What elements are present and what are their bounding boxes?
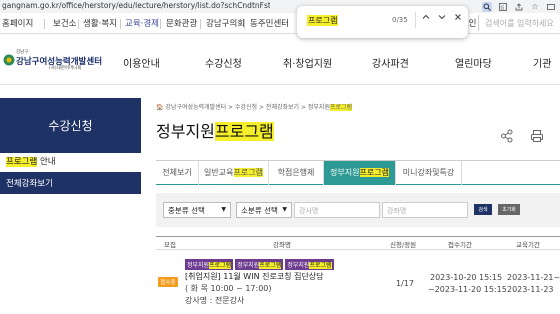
course-schedule: ( 화 목 10:00 ~ 17:00) [185, 284, 272, 293]
page-title: 정부지원프로그램 [156, 122, 274, 141]
program-tag: 정부지원프로그램 [285, 259, 334, 270]
col-edu-period: 교육기간 [516, 241, 540, 249]
breadcrumb-highlight: 프로그램 [329, 104, 353, 111]
translate-icon[interactable]: G [498, 2, 508, 12]
col-enrollment: 신청/정원 [390, 241, 417, 249]
tab-icon[interactable] [546, 2, 556, 12]
address-bar[interactable]: gangnam.go.kr/office/herstory/edu/lectur… [0, 1, 270, 12]
col-recruit: 모집 [164, 241, 176, 249]
nav-community-center[interactable]: 동주민센터 [250, 17, 289, 29]
category-tabs: 전체보기 일반교육프로그램 학점은행제 정부지원프로그램 미니강좌및특강 [156, 160, 560, 185]
page-tools [496, 125, 547, 146]
print-icon[interactable] [526, 125, 547, 146]
search-button[interactable]: 검색 [474, 204, 492, 215]
search-filter: 중분류 선택 ▼ 소분류 선택 ▼ 강사명 강좌명 검색 초기화 [156, 193, 560, 227]
category1-select[interactable]: 중분류 선택 ▼ [163, 202, 231, 218]
chevron-down-icon: ▼ [282, 206, 287, 213]
instructor-input[interactable]: 강사명 [294, 202, 380, 218]
tab-mini-lecture[interactable]: 미니강좌및특강 [396, 161, 462, 185]
breadcrumb-item[interactable]: 수강신청 [235, 104, 257, 111]
find-icon[interactable] [482, 1, 492, 12]
top-site-nav: 홈페이지 보건소 생활·복지 교육·경제 문화관광 강남구의회 동주민센터 로그… [0, 13, 560, 34]
svg-text:G: G [501, 5, 505, 11]
col-reg-period: 접수기간 [448, 241, 472, 249]
find-in-page-bar: 프로그램 0/35 [297, 6, 468, 38]
tab-general-program[interactable]: 일반교육프로그램 [199, 161, 269, 185]
tab-credit-bank[interactable]: 학점은행제 [269, 161, 324, 185]
course-input[interactable]: 강좌명 [382, 202, 468, 218]
breadcrumb-item[interactable]: 강남구여성능력개발센터 [165, 104, 226, 111]
status-badge: 접수중 [158, 277, 178, 287]
tab-all[interactable]: 전체보기 [156, 161, 199, 185]
find-next-icon[interactable] [436, 13, 448, 27]
nav-welfare[interactable]: 생활·복지 [83, 17, 117, 29]
col-course: 강좌명 [273, 241, 291, 249]
menu-guide[interactable]: 이용안내 [123, 55, 160, 70]
course-instructor: 강사명 : 전문강사 [185, 296, 245, 305]
menu-institution[interactable]: 기관 [533, 55, 551, 70]
program-tag: 정부지원프로그램 [235, 259, 284, 270]
nav-homepage[interactable]: 홈페이지 [2, 17, 33, 29]
chevron-down-icon: ▼ [221, 206, 226, 213]
menu-job-support[interactable]: 취·창업지원 [283, 55, 332, 70]
breadcrumb-current: 정부지원 [307, 104, 330, 111]
find-query[interactable]: 프로그램 [307, 15, 339, 26]
program-tag: 정부지원프로그램 [185, 259, 234, 270]
find-close-icon[interactable] [452, 13, 464, 27]
nav-culture-tourism[interactable]: 문화관광 [166, 17, 197, 29]
category2-select[interactable]: 소분류 선택 ▼ [236, 202, 292, 218]
menu-instructor-dispatch[interactable]: 강사파견 [372, 55, 409, 70]
edu-start: 2023-11-21~ [507, 273, 560, 282]
find-count: 0/35 [392, 16, 408, 24]
nav-council[interactable]: 강남구의회 [206, 17, 245, 29]
home-icon[interactable]: 🏠 [156, 104, 163, 111]
site-logo[interactable]: 강남구 강남구여성능력개발센터 (사)대한어머니회 [3, 49, 111, 73]
menu-registration[interactable]: 수강신청 [205, 55, 242, 70]
program-tags: 정부지원프로그램 정부지원프로그램 정부지원프로그램 [185, 259, 334, 270]
site-search-input[interactable]: 검색어를 입력하세요 [478, 15, 560, 31]
menu-open-forum[interactable]: 열린마당 [455, 55, 492, 70]
browser-toolbar: gangnam.go.kr/office/herstory/edu/lectur… [0, 0, 560, 13]
table-header: 모집 강좌명 신청/정원 접수기간 교육기간 [156, 236, 560, 250]
sidebar-item-program-guide[interactable]: 프로그램 안내 [6, 155, 56, 167]
reg-end: ~2023-11-20 15:15 [428, 285, 507, 294]
find-prev-icon[interactable] [420, 13, 432, 27]
edu-end: 2023-11-23 [507, 285, 554, 294]
breadcrumb: 🏠 강남구여성능력개발센터 > 수강신청 > 전체강좌보기 > 정부지원프로그램 [156, 104, 353, 111]
enrollment-count: 1/17 [396, 279, 414, 288]
breadcrumb-item[interactable]: 전체강좌보기 [266, 104, 299, 111]
logo-mark-icon [3, 54, 15, 66]
sidebar-title: 수강신청 [0, 98, 141, 153]
share-icon[interactable] [496, 125, 517, 146]
reg-start: 2023-10-20 15:15 [430, 273, 503, 282]
nav-education-economy[interactable]: 교육·경제 [125, 17, 159, 29]
star-icon[interactable]: ☆ [530, 2, 540, 12]
tab-gov-program[interactable]: 정부지원프로그램 [324, 161, 396, 185]
course-title-link[interactable]: [취업지원] 11월 WIN 진로코칭 집단상담 [185, 271, 324, 282]
sidebar-item-all-courses[interactable]: 전체강좌보기 [0, 172, 141, 194]
logo-operator: (사)대한어머니회 [49, 66, 82, 71]
nav-health-center[interactable]: 보건소 [53, 17, 76, 29]
share-icon[interactable] [514, 2, 524, 12]
reset-button[interactable]: 초기화 [498, 204, 520, 215]
